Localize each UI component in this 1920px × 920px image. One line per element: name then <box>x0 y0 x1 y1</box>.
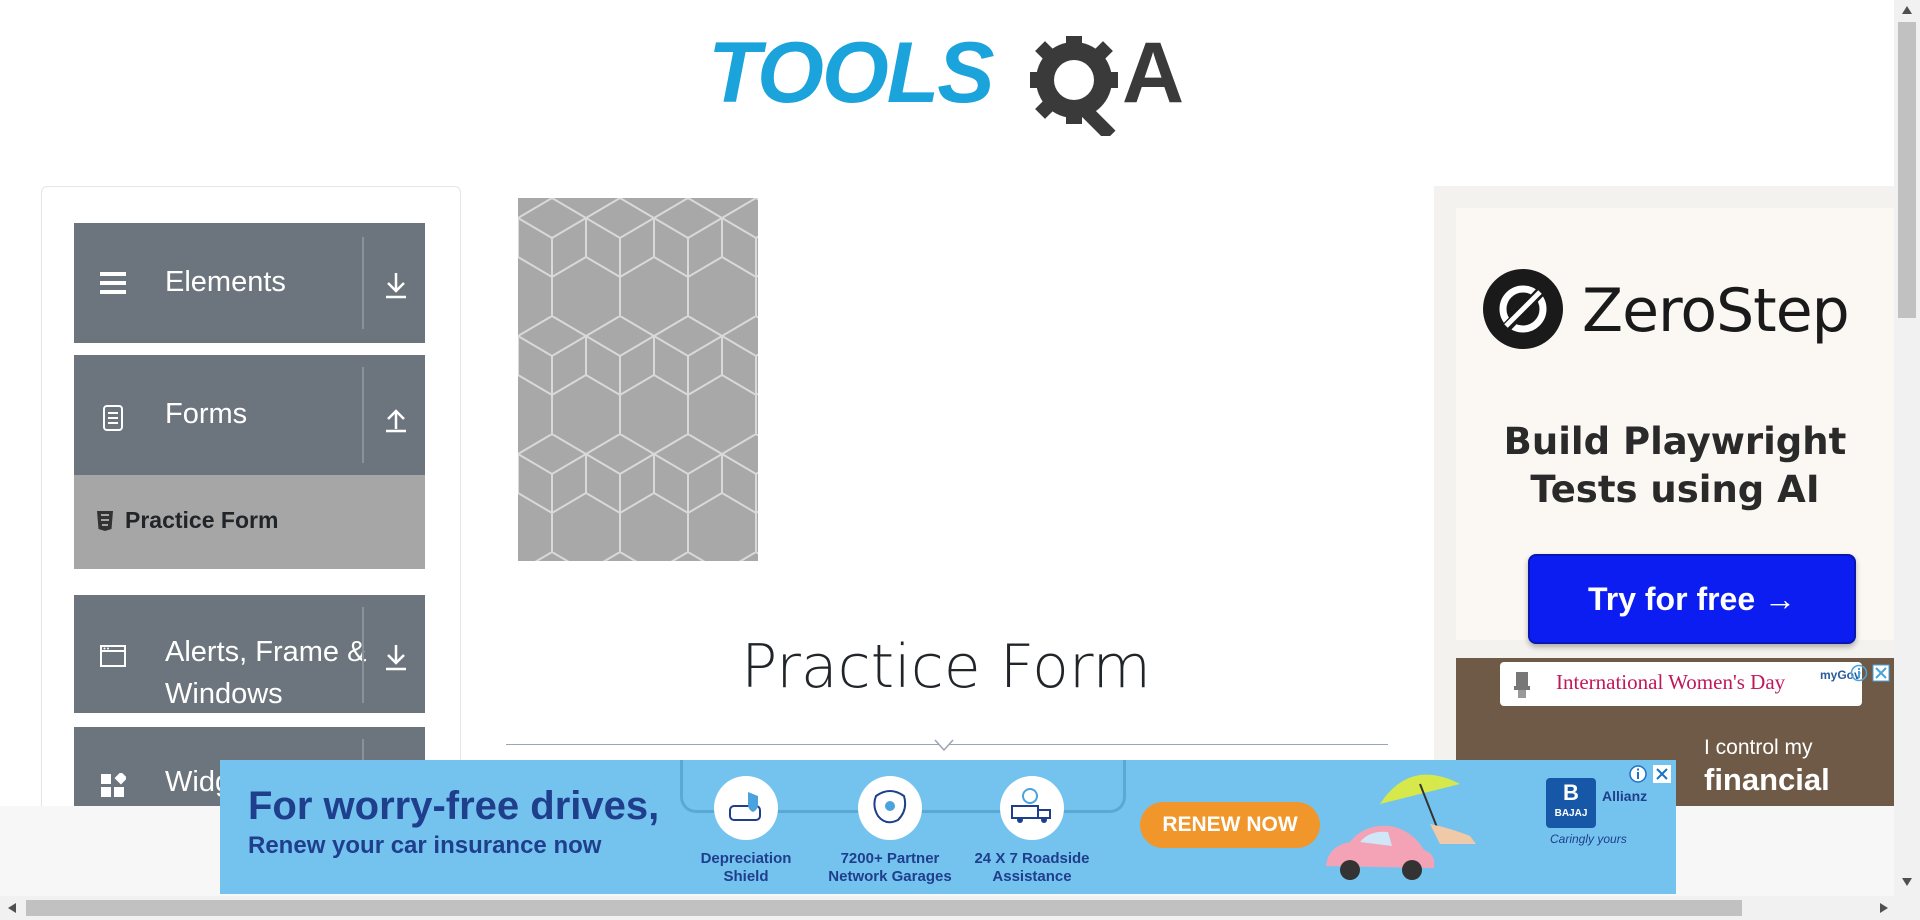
feature-label: 24 X 7 Roadside <box>974 850 1090 867</box>
close-icon[interactable] <box>1652 764 1672 784</box>
sidebar-group-label: Forms <box>165 398 248 430</box>
chevron-down-icon <box>934 739 954 752</box>
sidebar-group-label: Elements <box>165 266 286 298</box>
zerostep-ad[interactable]: ZeroStep Build Playwright Tests using AI… <box>1456 208 1894 644</box>
scroll-left-icon[interactable] <box>8 903 16 913</box>
scroll-right-icon[interactable] <box>1880 903 1888 913</box>
sidebar-item-label: Practice Form <box>125 507 279 533</box>
ad-quote-line2: financial <box>1704 762 1830 797</box>
car-shield-icon <box>729 792 761 821</box>
womens-day-text: International Women's Day <box>1556 670 1786 694</box>
feature-label: Shield <box>723 868 769 885</box>
vertical-scrollbar[interactable] <box>1894 0 1920 896</box>
upload-icon[interactable] <box>384 405 408 433</box>
ad-subheadline: Renew your car insurance now <box>248 832 602 859</box>
feature-label: Network Garages <box>828 868 952 885</box>
bajaj-brand: BAJAJ <box>1554 808 1588 819</box>
menu-icon <box>100 272 126 294</box>
allianz-logo: Allianz <box>1602 788 1648 804</box>
document-icon <box>103 405 123 431</box>
zerostep-logo-icon <box>1483 269 1563 349</box>
bottom-advertisement[interactable]: For worry-free drives, Renew your car in… <box>220 760 1676 894</box>
scroll-up-icon[interactable] <box>1902 6 1912 14</box>
svg-text:TOOLS: TOOLS <box>708 25 994 121</box>
adchoices-icon[interactable] <box>1850 664 1868 682</box>
bajaj-tagline: Caringly yours <box>1550 832 1627 846</box>
banner-placeholder-image <box>518 198 758 561</box>
page-title: Practice Form <box>741 632 1151 702</box>
ad-headline-line1: Build Playwright <box>1503 420 1847 463</box>
close-icon[interactable] <box>1872 664 1890 682</box>
logo-gear-icon <box>1030 36 1118 141</box>
ad-headline: For worry-free drives, <box>248 784 660 828</box>
sidebar-group-alerts-frame-windows[interactable]: Alerts, Frame & Windows <box>74 595 425 713</box>
try-for-free-button[interactable]: Try for free → <box>1528 554 1856 644</box>
sidebar: Elements Forms Practice Form Alerts, Fra… <box>41 186 461 828</box>
right-advertisement[interactable]: ZeroStep Build Playwright Tests using AI… <box>1434 186 1894 806</box>
sidebar-group-label: Alerts, Frame & <box>165 636 367 668</box>
feature-depreciation-shield: Depreciation Shield <box>676 776 816 886</box>
pink-car-icon <box>1326 825 1435 880</box>
sidebar-group-forms[interactable]: Forms <box>74 355 425 475</box>
tow-truck-icon <box>1011 788 1051 823</box>
feature-partner-garages: 7200+ Partner Network Garages <box>820 776 960 886</box>
zerostep-brand: ZeroStep <box>1582 276 1850 346</box>
renew-now-button[interactable]: RENEW NOW <box>1140 802 1320 848</box>
horizontal-scrollbar[interactable] <box>0 896 1920 920</box>
vertical-scroll-thumb[interactable] <box>1898 22 1916 318</box>
download-icon[interactable] <box>384 643 408 671</box>
ad-headline: Build Playwright Tests using AI <box>1456 418 1894 514</box>
html5-icon <box>97 511 113 531</box>
svg-text:A: A <box>1122 25 1184 121</box>
feature-label: Depreciation <box>700 850 792 867</box>
horizontal-scroll-thumb[interactable] <box>26 900 1742 916</box>
sidebar-group-label-line2: Windows <box>165 678 283 710</box>
window-icon <box>100 645 126 667</box>
sidebar-group-elements[interactable]: Elements <box>74 223 425 343</box>
womens-day-banner: International Women's Day myGov <box>1500 662 1862 706</box>
feature-label: Assistance <box>992 868 1072 885</box>
ad-quote-line1: I control my <box>1704 736 1813 759</box>
download-icon[interactable] <box>384 271 408 299</box>
ad-quote: I control my financial <box>1704 732 1868 796</box>
widgets-icon <box>101 773 126 797</box>
emblem-icon <box>1514 672 1530 698</box>
feature-roadside-assistance: 24 X 7 Roadside Assistance <box>962 776 1102 886</box>
ad-headline-line2: Tests using AI <box>1530 468 1820 511</box>
garage-map-icon <box>873 790 907 824</box>
adchoices-icon[interactable] <box>1628 764 1648 784</box>
sidebar-item-practice-form[interactable]: Practice Form <box>74 475 425 569</box>
toolsqa-logo[interactable]: TOOLS A <box>708 24 1192 141</box>
feature-label: 7200+ Partner <box>840 850 940 867</box>
bajaj-logo: B BAJAJ <box>1546 778 1596 828</box>
scroll-down-icon[interactable] <box>1902 878 1912 886</box>
